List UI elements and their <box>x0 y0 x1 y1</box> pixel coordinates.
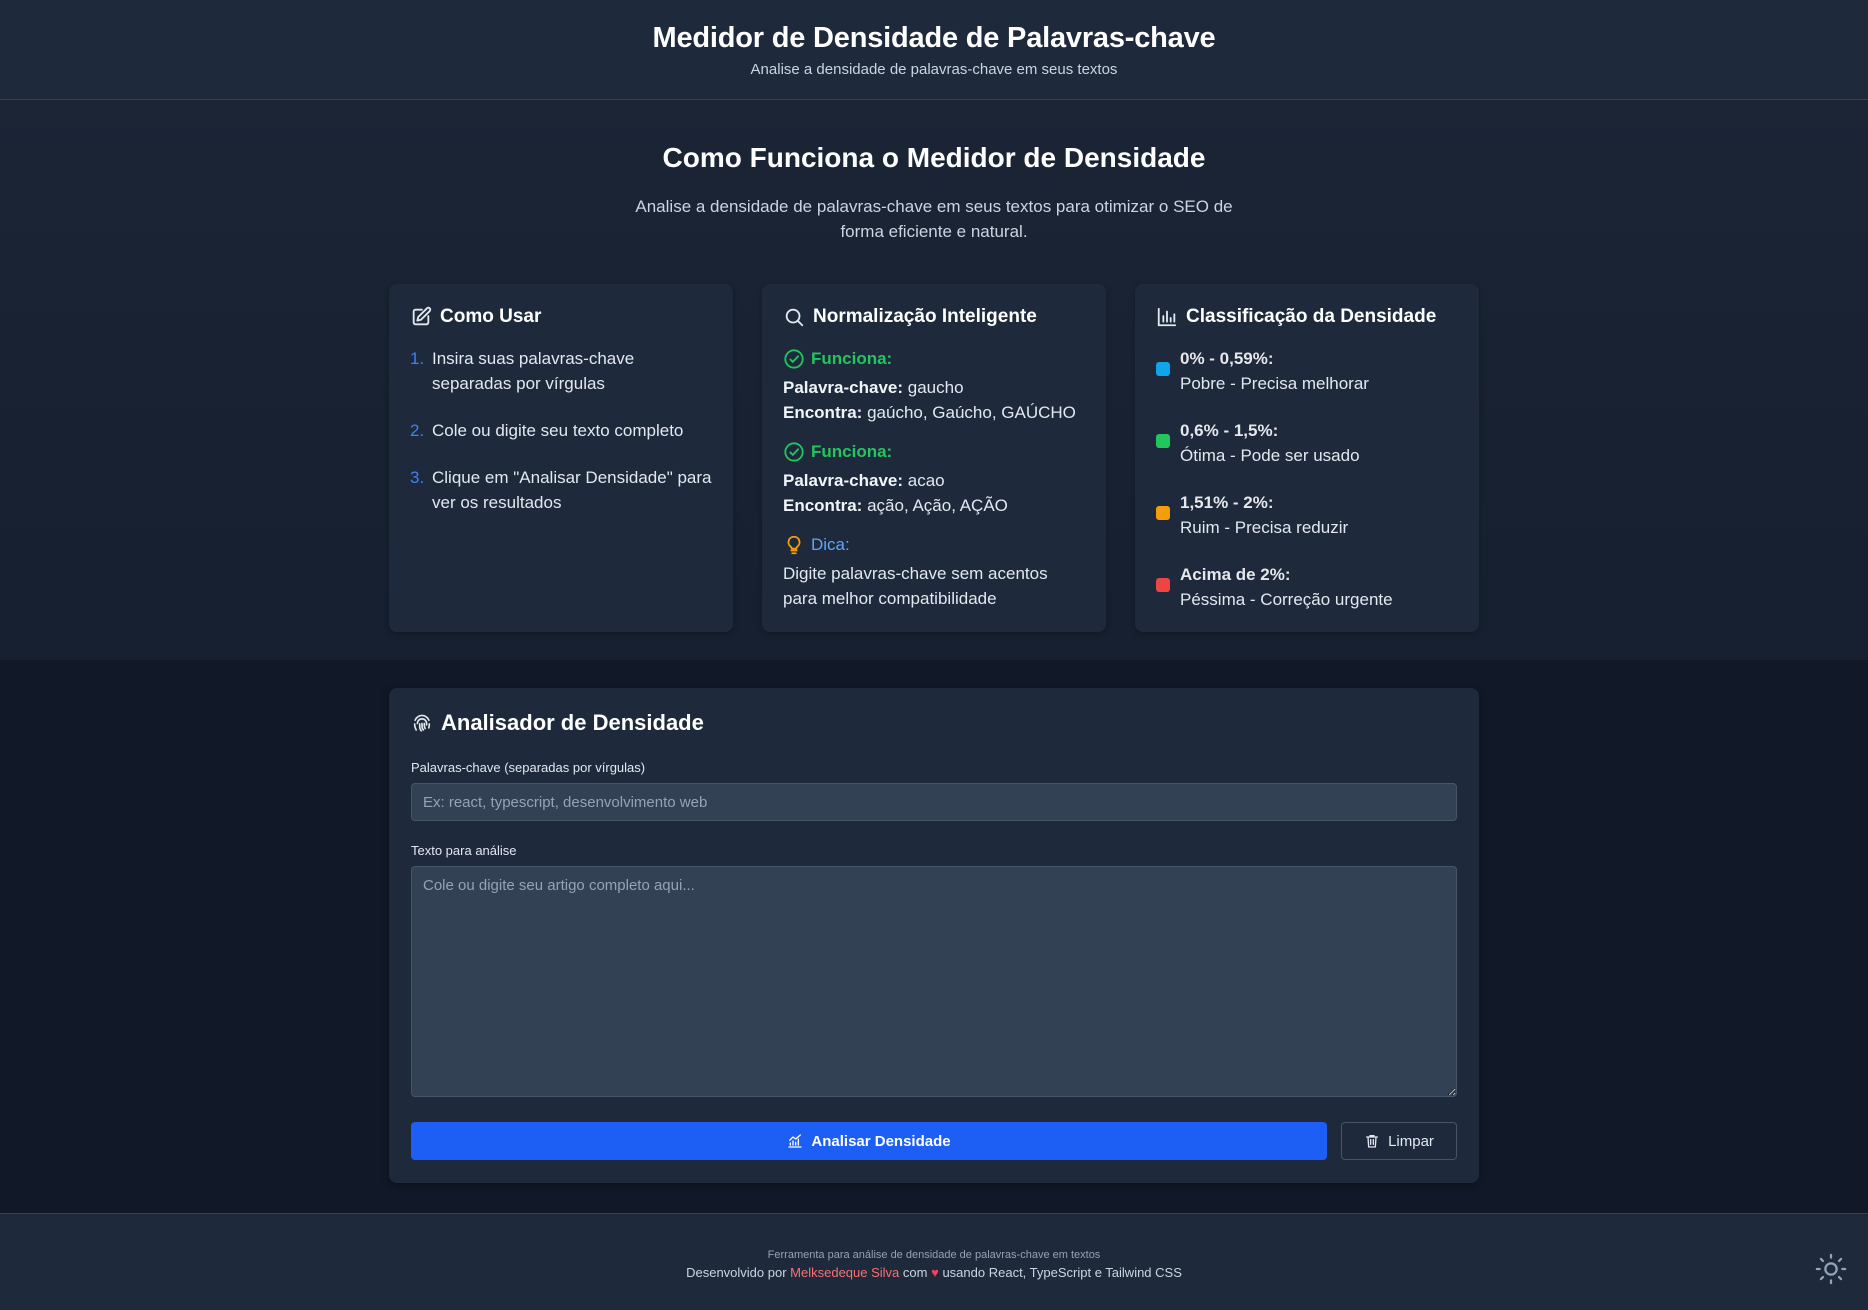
step-text: Clique em "Analisar Densidade" para ver … <box>432 468 712 512</box>
step-number: 3. <box>410 468 425 487</box>
lightbulb-icon <box>787 535 801 554</box>
check-circle-icon <box>784 441 804 462</box>
analyzer-title: Analisador de Densidade <box>411 710 1457 736</box>
classification-desc: Ruim - Precisa reduzir <box>1180 518 1349 537</box>
clear-button[interactable]: Limpar <box>1341 1122 1457 1160</box>
analyzer-card: Analisador de Densidade Palavras-chave (… <box>389 688 1479 1183</box>
bar-chart-icon <box>1157 307 1177 327</box>
usage-step: 1. Insira suas palavras-chave separadas … <box>410 346 712 396</box>
check-circle-icon <box>784 348 804 369</box>
status-color-swatch <box>1156 578 1170 592</box>
classification-card: Classificação da Densidade 0% - 0,59%: P… <box>1135 284 1479 632</box>
classification-card-title: Classificação da Densidade <box>1156 306 1458 328</box>
sun-icon[interactable] <box>1814 1252 1848 1286</box>
analyze-button[interactable]: Analisar Densidade <box>411 1122 1327 1160</box>
tip-label-text: Dica: <box>811 535 850 554</box>
classification-range: 1,51% - 2%: <box>1180 493 1274 512</box>
step-number: 1. <box>410 349 425 368</box>
step-number: 2. <box>410 421 425 440</box>
heart-icon: ♥ <box>931 1265 939 1280</box>
how-title: Como Funciona o Medidor de Densidade <box>662 142 1206 173</box>
author-link[interactable]: Melksedeque Silva <box>790 1265 899 1280</box>
example-label: Funciona: <box>783 346 1085 371</box>
page-footer: Ferramenta para análise de densidade de … <box>0 1213 1868 1310</box>
finds-value: gaúcho, Gaúcho, GAÚCHO <box>867 403 1076 422</box>
clear-button-label: Limpar <box>1388 1132 1434 1150</box>
finds-label: Encontra: <box>783 496 863 515</box>
finds-label: Encontra: <box>783 403 863 422</box>
example-label-text: Funciona: <box>811 349 893 368</box>
classification-desc: Pobre - Precisa melhorar <box>1180 374 1369 393</box>
keyword-label: Palavra-chave: <box>783 378 904 397</box>
example-keyword: Palavra-chave: gaucho <box>783 375 1085 400</box>
classification-item: Acima de 2%: Péssima - Correção urgente <box>1156 562 1458 612</box>
example-finds: Encontra: ação, Ação, AÇÃO <box>783 493 1085 518</box>
example-label-text: Funciona: <box>811 442 893 461</box>
classification-card-title-text: Classificação da Densidade <box>1186 306 1437 327</box>
usage-step: 2. Cole ou digite seu texto completo <box>410 418 712 443</box>
keyword-value: acao <box>907 471 945 490</box>
example-keyword: Palavra-chave: acao <box>783 468 1085 493</box>
footer-suffix: usando React, TypeScript e Tailwind CSS <box>942 1265 1182 1280</box>
step-text: Insira suas palavras-chave separadas por… <box>432 349 635 393</box>
example-finds: Encontra: gaúcho, Gaúcho, GAÚCHO <box>783 400 1085 425</box>
analyzer-actions: Analisar Densidade Limpar <box>411 1122 1457 1160</box>
normalization-card-title: Normalização Inteligente <box>783 306 1085 328</box>
finds-value: ação, Ação, AÇÃO <box>867 496 1008 515</box>
usage-card-title-text: Como Usar <box>440 306 542 327</box>
trash-icon <box>1366 1135 1379 1148</box>
page-header: Medidor de Densidade de Palavras-chave A… <box>0 0 1868 100</box>
usage-card-title: Como Usar <box>410 306 712 328</box>
usage-steps: 1. Insira suas palavras-chave separadas … <box>410 346 712 515</box>
status-color-swatch <box>1156 362 1170 376</box>
keyword-value: gaucho <box>907 378 964 397</box>
status-color-swatch <box>1156 434 1170 448</box>
normalization-example: Funciona: Palavra-chave: acao Encontra: … <box>783 439 1085 518</box>
text-input[interactable] <box>411 866 1457 1097</box>
text-label: Texto para análise <box>411 843 517 858</box>
analyzer-title-text: Analisador de Densidade <box>441 710 704 735</box>
fingerprint-icon <box>413 714 431 732</box>
normalization-card-title-text: Normalização Inteligente <box>813 306 1037 327</box>
footer-prefix: Desenvolvido por <box>686 1265 787 1280</box>
keyword-label: Palavra-chave: <box>783 471 904 490</box>
how-intro: Analise a densidade de palavras-chave em… <box>635 197 1233 241</box>
edit-icon <box>412 306 432 326</box>
classification-desc: Péssima - Correção urgente <box>1180 590 1393 609</box>
status-color-swatch <box>1156 506 1170 520</box>
footer-with: com <box>902 1265 928 1280</box>
footer-description: Ferramenta para análise de densidade de … <box>767 1249 1101 1261</box>
classification-item: 1,51% - 2%: Ruim - Precisa reduzir <box>1156 490 1458 540</box>
chart-line-icon <box>788 1134 803 1148</box>
classification-item: 0,6% - 1,5%: Ótima - Pode ser usado <box>1156 418 1458 468</box>
step-text: Cole ou digite seu texto completo <box>432 421 684 440</box>
tip-text: Digite palavras-chave sem acentos para m… <box>783 564 1048 608</box>
tip-label: Dica: <box>783 532 1085 557</box>
how-it-works-section: Como Funciona o Medidor de Densidade Ana… <box>0 100 1868 660</box>
usage-step: 3. Clique em "Analisar Densidade" para v… <box>410 465 712 515</box>
classification-range: 0% - 0,59%: <box>1180 349 1274 368</box>
analyze-button-label: Analisar Densidade <box>811 1132 951 1150</box>
normalization-tip: Dica: Digite palavras-chave sem acentos … <box>783 532 1085 611</box>
classification-range: Acima de 2%: <box>1180 565 1291 584</box>
footer-credits: Desenvolvido por Melksedeque Silva com ♥… <box>0 1265 1868 1280</box>
search-icon <box>785 308 804 327</box>
usage-card: Como Usar 1. Insira suas palavras-chave … <box>389 284 733 632</box>
normalization-card: Normalização Inteligente Funciona: Palav… <box>762 284 1106 632</box>
page-subtitle: Analise a densidade de palavras-chave em… <box>750 61 1118 78</box>
keywords-label: Palavras-chave (separadas por vírgulas) <box>411 760 646 775</box>
classification-desc: Ótima - Pode ser usado <box>1180 446 1360 465</box>
classification-range: 0,6% - 1,5%: <box>1180 421 1279 440</box>
keywords-input[interactable] <box>411 783 1457 821</box>
classification-item: 0% - 0,59%: Pobre - Precisa melhorar <box>1156 346 1458 396</box>
analyzer-section: Analisador de Densidade Palavras-chave (… <box>0 660 1868 1208</box>
normalization-example: Funciona: Palavra-chave: gaucho Encontra… <box>783 346 1085 425</box>
page-title: Medidor de Densidade de Palavras-chave <box>652 22 1216 54</box>
info-cards: Como Usar 1. Insira suas palavras-chave … <box>389 284 1479 632</box>
example-label: Funciona: <box>783 439 1085 464</box>
